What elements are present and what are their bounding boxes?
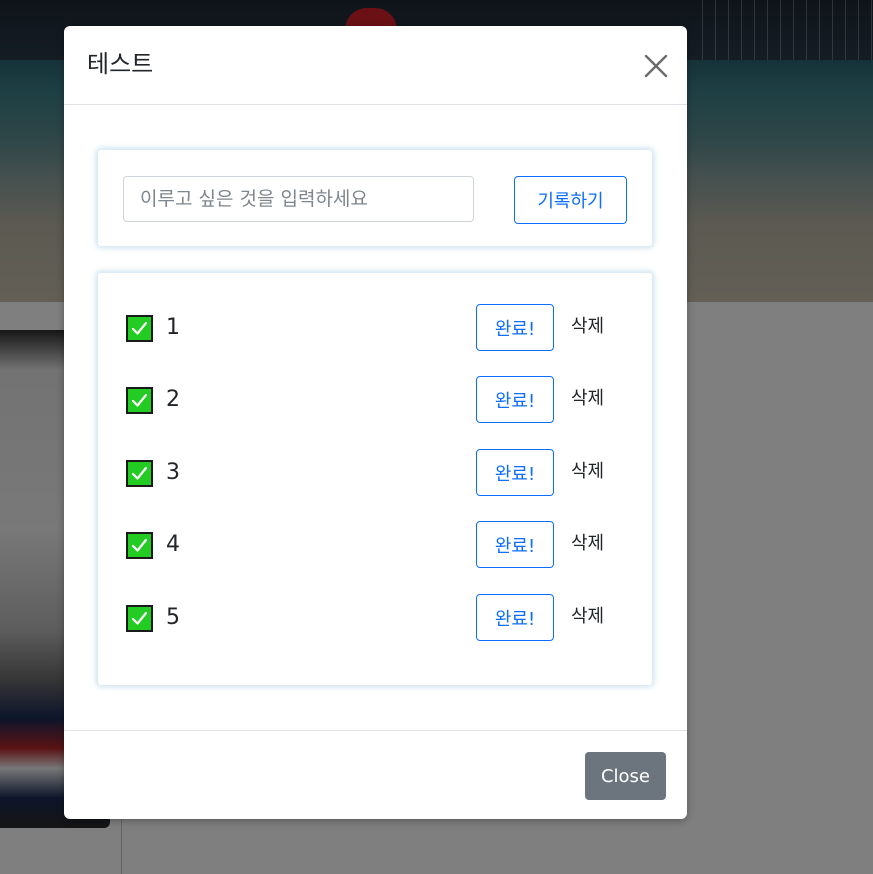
checkmark-icon: [131, 321, 148, 335]
delete-button[interactable]: 삭제: [571, 458, 604, 486]
todo-text: 3: [166, 460, 180, 485]
todo-item: 5 완료! 삭제: [98, 594, 652, 642]
modal-header: 테스트: [64, 26, 687, 105]
todo-item: 1 완료! 삭제: [98, 304, 652, 352]
modal-body: 기록하기 1 완료! 삭제 2 완료!: [64, 105, 687, 729]
todo-text: 2: [166, 387, 180, 412]
todo-list-card: 1 완료! 삭제 2 완료! 삭제 3 완료! 삭제 4 완료! 삭제 5 완료…: [98, 273, 652, 685]
checkmark-icon: [131, 538, 148, 552]
modal-title: 테스트: [87, 50, 154, 78]
close-icon[interactable]: [640, 50, 672, 82]
todo-text: 5: [166, 605, 180, 630]
complete-button[interactable]: 완료!: [476, 449, 554, 496]
todo-checkbox[interactable]: [126, 460, 153, 487]
todo-text: 4: [166, 532, 180, 557]
complete-button[interactable]: 완료!: [476, 594, 554, 641]
complete-button[interactable]: 완료!: [476, 521, 554, 568]
todo-checkbox[interactable]: [126, 605, 153, 632]
checkmark-icon: [131, 393, 148, 407]
todo-text: 1: [166, 315, 180, 340]
delete-button[interactable]: 삭제: [571, 603, 604, 631]
todo-checkbox[interactable]: [126, 315, 153, 342]
delete-button[interactable]: 삭제: [571, 385, 604, 413]
todo-item: 2 완료! 삭제: [98, 376, 652, 424]
complete-button[interactable]: 완료!: [476, 376, 554, 423]
todo-checkbox[interactable]: [126, 387, 153, 414]
delete-button[interactable]: 삭제: [571, 530, 604, 558]
todo-item: 3 완료! 삭제: [98, 449, 652, 497]
todo-item: 4 완료! 삭제: [98, 521, 652, 569]
checkmark-icon: [131, 466, 148, 480]
todo-form-card: 기록하기: [98, 150, 652, 246]
complete-button[interactable]: 완료!: [476, 304, 554, 351]
todo-checkbox[interactable]: [126, 532, 153, 559]
delete-button[interactable]: 삭제: [571, 313, 604, 341]
close-button[interactable]: Close: [585, 752, 666, 800]
todo-modal: 테스트 기록하기 1 완료! 삭제: [64, 26, 687, 819]
todo-input[interactable]: [123, 176, 474, 222]
checkmark-icon: [131, 611, 148, 625]
record-button[interactable]: 기록하기: [514, 176, 627, 224]
modal-footer: Close: [64, 730, 687, 820]
